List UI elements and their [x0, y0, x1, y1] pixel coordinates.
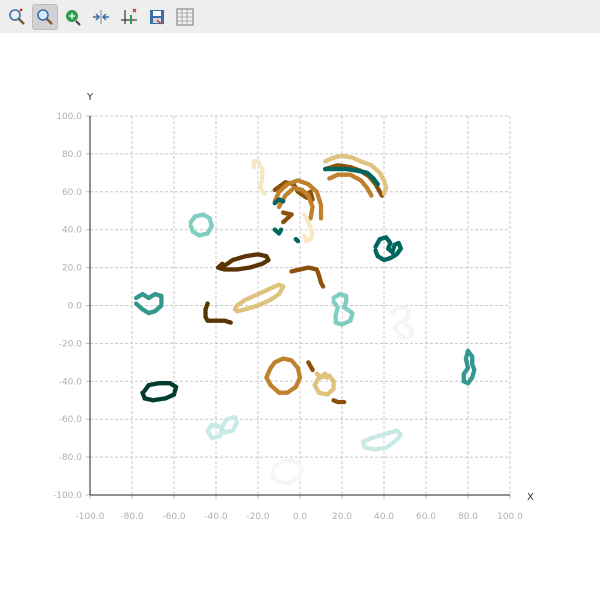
data-point — [281, 210, 286, 215]
data-points — [134, 153, 477, 486]
series — [331, 291, 355, 327]
pan-icon — [66, 9, 81, 26]
series — [293, 237, 301, 244]
data-point — [318, 216, 324, 221]
axis-settings-icon — [121, 8, 137, 24]
series — [373, 235, 403, 263]
data-point — [228, 320, 233, 325]
data-point — [188, 223, 193, 229]
y-tick-label: -80.0 — [59, 453, 83, 463]
data-point — [232, 307, 238, 312]
data-point — [268, 365, 273, 371]
pan-button[interactable] — [60, 4, 86, 30]
series — [188, 212, 214, 238]
data-point — [262, 191, 267, 196]
series — [140, 381, 179, 403]
series — [331, 398, 347, 405]
series — [312, 371, 336, 397]
x-tick-label: -40.0 — [204, 512, 228, 522]
data-point — [375, 182, 380, 187]
series — [215, 252, 271, 272]
data-point — [381, 191, 387, 196]
series — [270, 458, 305, 486]
data-point — [465, 348, 471, 354]
toolbar — [0, 0, 600, 33]
data-point — [341, 399, 347, 405]
x-tick-label: 0.0 — [293, 512, 308, 522]
series — [461, 348, 477, 386]
y-axis-title: Y — [86, 92, 94, 103]
data-point — [360, 439, 366, 445]
x-tick-label: -80.0 — [120, 512, 144, 522]
reset-zoom-button[interactable] — [88, 4, 114, 30]
axis-settings-button[interactable] — [116, 4, 142, 30]
data-point — [281, 199, 286, 204]
reset-zoom-icon — [93, 9, 109, 24]
y-tick-labels: -100.0 -80.0 -60.0 -40.0 -20.0 0.0 20.0 40.0 60.… — [53, 112, 82, 501]
series — [272, 227, 284, 236]
x-tick-label: 20.0 — [332, 512, 352, 522]
scatter-chart: -100.0 -80.0 -60.0 -40.0 -20.0 0.0 20.0 40.0 60.… — [53, 92, 534, 522]
data-point — [320, 284, 326, 289]
y-tick-label: -100.0 — [53, 491, 82, 501]
data-table-icon — [176, 8, 194, 25]
zoom-button[interactable] — [32, 3, 58, 30]
data-point — [331, 299, 336, 304]
data-point — [310, 367, 315, 373]
data-point — [369, 193, 374, 198]
grid-lines — [90, 115, 511, 495]
save-button[interactable] — [144, 4, 170, 30]
x-tick-label: -20.0 — [246, 512, 270, 522]
zoom-select-button[interactable] — [4, 4, 30, 30]
y-tick-label: 60.0 — [62, 188, 82, 198]
x-tick-label: 100.0 — [497, 512, 523, 522]
data-point — [220, 261, 225, 266]
x-tick-labels: -100.0 -80.0 -60.0 -40.0 -20.0 0.0 20.0 40.0 60.… — [75, 512, 523, 522]
y-tick-label: 40.0 — [62, 226, 82, 236]
data-point — [140, 390, 145, 395]
data-point — [295, 238, 301, 244]
data-point — [134, 301, 139, 306]
x-tick-label: -100.0 — [75, 512, 104, 522]
axes — [86, 115, 511, 499]
y-tick-label: 100.0 — [56, 112, 82, 122]
y-tick-label: 80.0 — [62, 150, 82, 160]
save-icon — [150, 9, 164, 24]
data-table-button[interactable] — [172, 4, 198, 30]
zoom-select-icon — [9, 8, 25, 25]
series — [264, 356, 303, 395]
series — [306, 360, 315, 373]
series — [232, 282, 286, 314]
data-point — [373, 248, 378, 253]
series — [251, 159, 267, 196]
data-point — [209, 435, 214, 441]
series — [281, 210, 294, 225]
series — [203, 301, 233, 325]
x-tick-label: -60.0 — [162, 512, 186, 522]
data-point — [270, 468, 275, 473]
series — [289, 265, 326, 289]
y-tick-label: -60.0 — [59, 415, 83, 425]
y-tick-label: 0.0 — [68, 302, 83, 312]
y-tick-label: -40.0 — [59, 377, 83, 387]
y-tick-label: -20.0 — [59, 339, 83, 349]
series — [134, 291, 164, 316]
x-tick-label: 60.0 — [416, 512, 436, 522]
series — [390, 305, 414, 340]
x-tick-label: 40.0 — [374, 512, 394, 522]
x-axis-title: X — [527, 492, 534, 503]
data-point — [278, 227, 284, 232]
data-point — [302, 233, 307, 238]
data-point — [325, 375, 330, 380]
x-tick-label: 80.0 — [458, 512, 478, 522]
zoom-icon — [37, 8, 53, 25]
series — [360, 428, 403, 452]
y-tick-label: 20.0 — [62, 264, 82, 274]
data-point — [402, 322, 408, 327]
